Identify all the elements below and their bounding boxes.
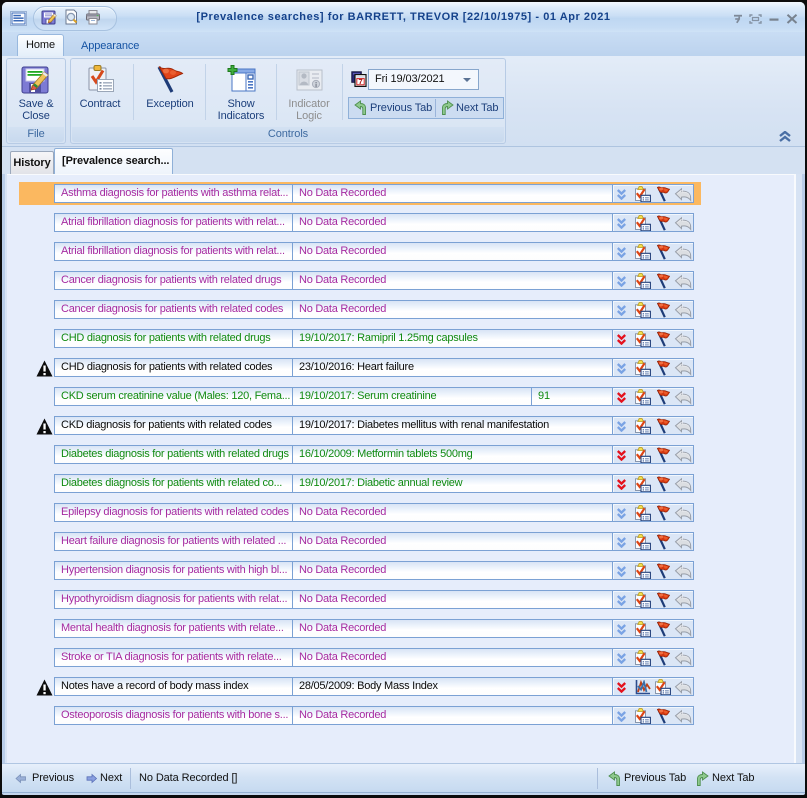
svg-text:7: 7: [358, 77, 362, 86]
